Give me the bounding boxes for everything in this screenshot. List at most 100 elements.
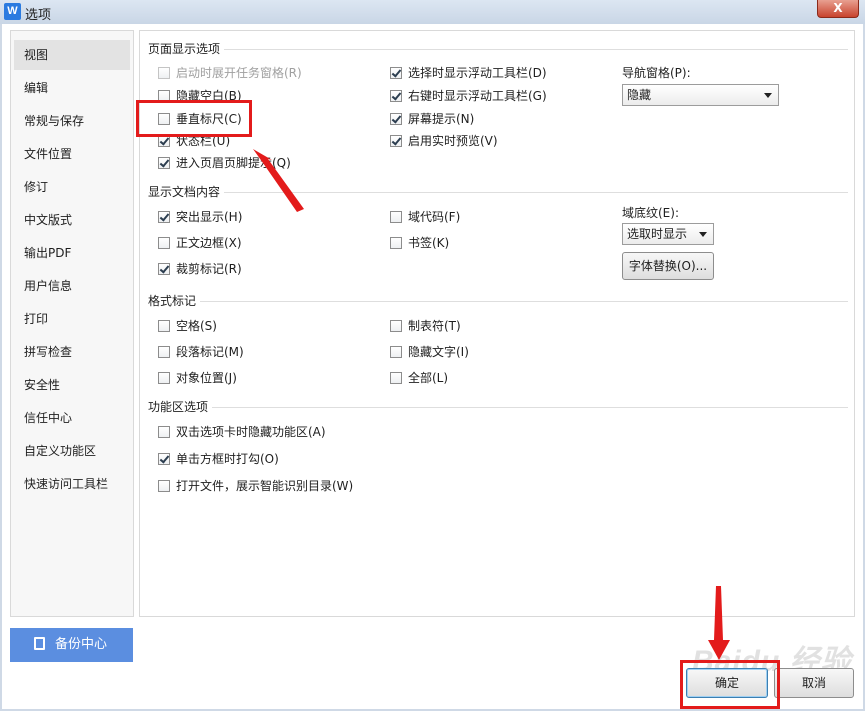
option-label: 单击方框时打勾(O) — [176, 452, 279, 466]
sidebar-item-chinese-layout[interactable]: 中文版式 — [14, 205, 130, 235]
font-replace-button[interactable]: 字体替换(O)... — [622, 252, 714, 280]
field-shading-select[interactable]: 选取时显示 — [622, 223, 714, 245]
option-label: 制表符(T) — [408, 319, 461, 333]
sidebar-item-general-save[interactable]: 常规与保存 — [14, 106, 130, 136]
sidebar-item-revisions[interactable]: 修订 — [14, 172, 130, 202]
option-label: 突出显示(H) — [176, 210, 243, 224]
sidebar-item-security[interactable]: 安全性 — [14, 370, 130, 400]
option-text-boundaries[interactable]: 正文边框(X) — [158, 235, 242, 251]
checkbox-field-codes[interactable] — [390, 211, 402, 223]
sidebar-item-user-info[interactable]: 用户信息 — [14, 271, 130, 301]
backup-icon — [34, 637, 45, 650]
checkbox-smart-toc[interactable] — [158, 480, 170, 492]
section-title-ribbon: 功能区选项 — [148, 399, 213, 415]
option-object-anchors[interactable]: 对象位置(J) — [158, 370, 237, 386]
section-title-page-display: 页面显示选项 — [148, 41, 225, 57]
checkbox-hidden-text[interactable] — [390, 346, 402, 358]
option-all-marks[interactable]: 全部(L) — [390, 370, 448, 386]
checkbox-text-boundaries[interactable] — [158, 237, 170, 249]
checkbox-paragraph-marks[interactable] — [158, 346, 170, 358]
section-title-doc-content: 显示文档内容 — [148, 184, 225, 200]
checkbox-header-footer-hint[interactable] — [158, 157, 170, 169]
option-dblclick-hide-ribbon[interactable]: 双击选项卡时隐藏功能区(A) — [158, 424, 326, 440]
option-label: 书签(K) — [408, 236, 450, 250]
field-shading-label: 域底纹(E): — [622, 206, 679, 220]
sidebar-item-customize-ribbon[interactable]: 自定义功能区 — [14, 436, 130, 466]
option-live-preview[interactable]: 启用实时预览(V) — [390, 133, 498, 149]
option-label: 正文边框(X) — [176, 236, 242, 250]
section-divider — [148, 49, 848, 50]
checkbox-live-preview[interactable] — [390, 135, 402, 147]
checkbox-float-toolbar-right-click[interactable] — [390, 90, 402, 102]
nav-pane-select[interactable]: 隐藏 — [622, 84, 779, 106]
checkbox-spaces[interactable] — [158, 320, 170, 332]
close-button[interactable]: X — [817, 0, 859, 18]
option-label: 双击选项卡时隐藏功能区(A) — [176, 425, 326, 439]
option-label: 进入页眉页脚提示(Q) — [176, 156, 291, 170]
highlight-box-ok — [680, 660, 780, 709]
backup-center-label: 备份中心 — [55, 637, 108, 652]
option-label: 启动时展开任务窗格(R) — [176, 66, 302, 80]
checkbox-bookmarks[interactable] — [390, 237, 402, 249]
checkbox-float-toolbar-select[interactable] — [390, 67, 402, 79]
dialog-client: 视图 编辑 常规与保存 文件位置 修订 中文版式 输出PDF 用户信息 打印 拼… — [2, 24, 863, 709]
backup-center-button[interactable]: 备份中心 — [10, 628, 133, 662]
option-screen-tips[interactable]: 屏幕提示(N) — [390, 111, 474, 127]
sidebar-item-export-pdf[interactable]: 输出PDF — [14, 238, 130, 268]
sidebar-item-print[interactable]: 打印 — [14, 304, 130, 334]
wps-app-icon: W — [4, 3, 21, 20]
option-label: 全部(L) — [408, 371, 449, 385]
section-divider — [148, 301, 848, 302]
option-smart-toc[interactable]: 打开文件，展示智能识别目录(W) — [158, 478, 353, 494]
field-shading-value: 选取时显示 — [627, 227, 688, 241]
option-label: 隐藏文字(I) — [408, 345, 469, 359]
checkbox-crop-marks[interactable] — [158, 263, 170, 275]
checkbox-highlight[interactable] — [158, 211, 170, 223]
checkbox-screen-tips[interactable] — [390, 113, 402, 125]
checkbox-dblclick-hide-ribbon[interactable] — [158, 426, 170, 438]
option-tab-characters[interactable]: 制表符(T) — [390, 318, 461, 334]
option-bookmarks[interactable]: 书签(K) — [390, 235, 449, 251]
sidebar-item-file-locations[interactable]: 文件位置 — [14, 139, 130, 169]
option-label: 打开文件，展示智能识别目录(W) — [176, 479, 354, 493]
option-label: 对象位置(J) — [176, 371, 237, 385]
sidebar-item-quick-access-toolbar[interactable]: 快速访问工具栏 — [14, 469, 130, 499]
cancel-button[interactable]: 取消 — [774, 668, 854, 698]
option-float-toolbar-right-click[interactable]: 右键时显示浮动工具栏(G) — [390, 88, 547, 104]
window-title: 选项 — [25, 8, 52, 23]
section-divider — [148, 192, 848, 193]
option-header-footer-hint[interactable]: 进入页眉页脚提示(Q) — [158, 155, 291, 171]
option-paragraph-marks[interactable]: 段落标记(M) — [158, 344, 244, 360]
option-label: 右键时显示浮动工具栏(G) — [408, 89, 547, 103]
option-field-codes[interactable]: 域代码(F) — [390, 209, 460, 225]
option-highlight[interactable]: 突出显示(H) — [158, 209, 242, 225]
option-click-box-tick[interactable]: 单击方框时打勾(O) — [158, 451, 279, 467]
sidebar-item-spell-check[interactable]: 拼写检查 — [14, 337, 130, 367]
option-float-toolbar-select[interactable]: 选择时显示浮动工具栏(D) — [390, 65, 547, 81]
checkbox-all-marks[interactable] — [390, 372, 402, 384]
option-label: 选择时显示浮动工具栏(D) — [408, 66, 547, 80]
checkbox-expand-task-pane[interactable] — [158, 67, 170, 79]
checkbox-tab-characters[interactable] — [390, 320, 402, 332]
title-bar: W 选项 X — [0, 0, 865, 24]
option-crop-marks[interactable]: 裁剪标记(R) — [158, 261, 242, 277]
section-divider — [148, 407, 848, 408]
sidebar-item-trust-center[interactable]: 信任中心 — [14, 403, 130, 433]
option-label: 启用实时预览(V) — [408, 134, 498, 148]
chevron-down-icon — [699, 232, 707, 237]
option-label: 域代码(F) — [408, 210, 461, 224]
option-expand-task-pane[interactable]: 启动时展开任务窗格(R) — [158, 65, 302, 81]
sidebar-item-view[interactable]: 视图 — [14, 40, 130, 70]
sidebar-item-edit[interactable]: 编辑 — [14, 73, 130, 103]
options-sidebar: 视图 编辑 常规与保存 文件位置 修订 中文版式 输出PDF 用户信息 打印 拼… — [10, 30, 134, 617]
option-spaces[interactable]: 空格(S) — [158, 318, 217, 334]
nav-pane-value: 隐藏 — [627, 88, 652, 102]
option-label: 段落标记(M) — [176, 345, 244, 359]
checkbox-object-anchors[interactable] — [158, 372, 170, 384]
option-label: 空格(S) — [176, 319, 217, 333]
section-title-format-marks: 格式标记 — [148, 293, 201, 309]
checkbox-click-box-tick[interactable] — [158, 453, 170, 465]
highlight-box-vertical-ruler — [136, 100, 252, 137]
option-hidden-text[interactable]: 隐藏文字(I) — [390, 344, 469, 360]
nav-pane-label: 导航窗格(P): — [622, 66, 691, 80]
